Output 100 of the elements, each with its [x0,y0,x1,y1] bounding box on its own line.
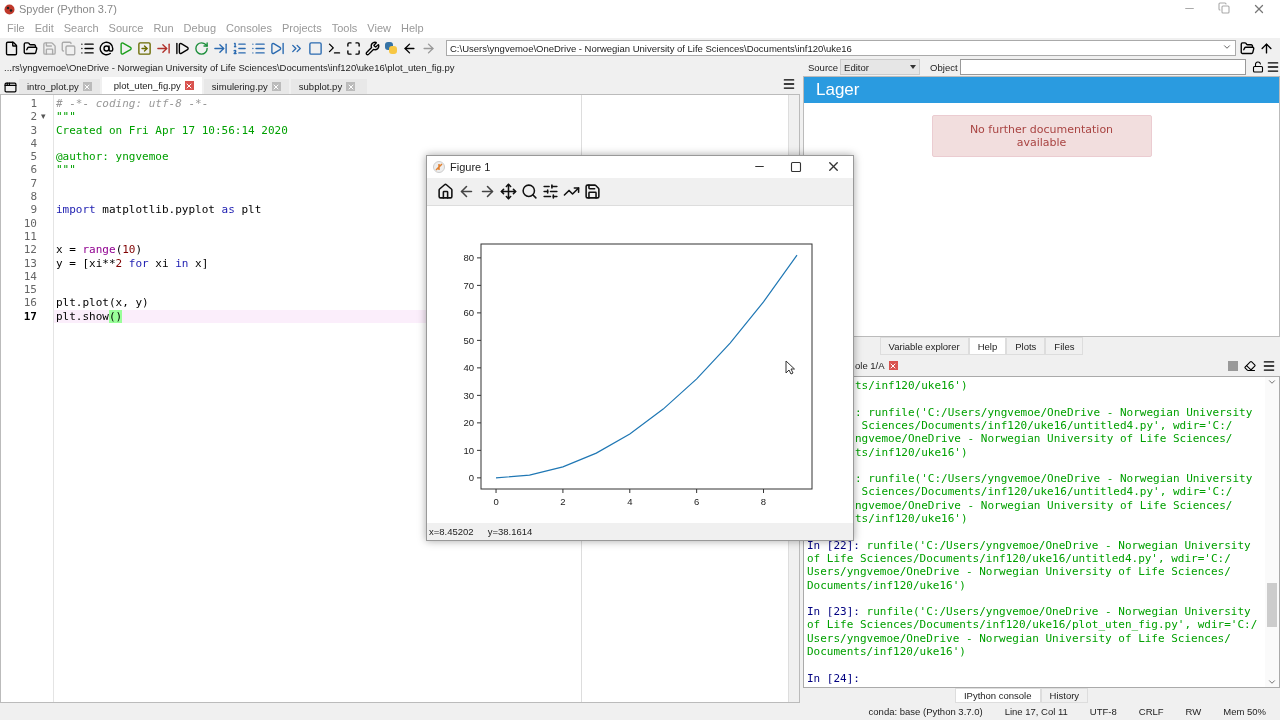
save-icon[interactable] [584,182,601,200]
wrench-icon[interactable] [365,40,380,56]
window-title: Spyder (Python 3.7) [19,3,117,15]
tick-mark [476,340,482,342]
path-field[interactable]: C:\Users\yngvemoe\OneDrive - Norwegian University of Life Sciences\Documents\inf120\uke16 [446,40,1236,56]
home-icon[interactable] [437,182,454,200]
code-line: import matplotlib.pyplot as plt [56,203,262,217]
status-item: RW [1185,706,1202,717]
line-number: 11 [22,229,37,244]
console-line: of Life Sciences/Documents/inf120/uke16/untitled4.py', wdir='C:/ [807,551,1232,566]
step-into-icon[interactable] [251,40,266,56]
tick-label: 4 [627,496,633,508]
line-number: 10 [22,216,37,230]
status-item: CRLF [1138,706,1164,717]
tick-label: 0 [468,472,474,484]
new-file-icon[interactable] [4,40,19,56]
eraser-icon[interactable] [1244,359,1256,372]
line-number: 6 [29,163,37,177]
two-tone-logo-icon[interactable] [384,41,398,55]
tick-mark [476,395,482,397]
line-number: 8 [29,190,37,204]
tick-mark [476,450,482,452]
tick-label: 80 [463,252,474,264]
status-item: conda: base (Python 3.7.0) [868,706,983,717]
source-dropdown[interactable]: Editor [840,59,921,75]
menu-icon[interactable] [1266,60,1280,74]
fold-marker[interactable]: ▾ [41,110,46,124]
console-line: Sciences/Documents/inf120/uke16/untitled4.py', wdir='C:/ [860,418,1234,433]
console-pane-tab[interactable]: IPython console [954,688,1041,703]
help-header: Lager [804,77,1279,103]
menu-icon[interactable] [782,77,796,91]
object-field[interactable] [959,59,1246,75]
code-line: """ [56,163,76,177]
terminal-icon[interactable] [327,40,342,56]
run-selection-icon[interactable] [175,40,190,56]
line-number: 5 [29,150,37,164]
tick-label: 10 [463,445,474,457]
line-number: 4 [29,136,37,151]
maximize-icon[interactable] [790,160,802,173]
figure-title: Figure 1 [450,160,491,173]
step-icon[interactable] [232,40,247,56]
editor-tab[interactable]: intro_plot.py [19,79,100,94]
tick-label: 50 [463,335,474,347]
line-number: 3 [29,123,37,137]
list-icon[interactable] [80,40,95,56]
y-reading: y=38.1614 [487,526,533,538]
tick-label: 40 [463,362,474,374]
run-cell-icon[interactable] [137,40,152,56]
tick-mark [476,285,482,287]
line-number: 2 [29,110,37,124]
figure-logo-icon [433,160,445,173]
line-number: 7 [29,176,37,191]
folder-icon[interactable] [23,40,38,56]
object-label: Object [930,61,958,73]
console-line: ts/inf120/uke16') [854,445,969,459]
unlock-icon[interactable] [1252,61,1264,73]
status-item: Mem 50% [1223,706,1266,717]
tick-mark [562,488,564,494]
browse-tabs-icon[interactable] [4,81,17,94]
sliders-icon[interactable] [542,182,559,200]
tick-label: 60 [463,307,474,319]
console-line: ngvemoe/OneDrive - Norwegian University of Life Sciences/ [854,432,1234,446]
scrollbar-thumb[interactable] [1267,583,1277,628]
console-line: of Life Sciences/Documents/inf120/uke16/plot_uten_fig.py', wdir='C:/ [807,618,1259,632]
status-item: UTF-8 [1089,706,1117,717]
console-pane-tab[interactable]: History [1040,688,1089,703]
step-return-icon[interactable] [270,40,285,56]
folder-icon[interactable] [1240,40,1255,56]
menu-icon[interactable] [1262,358,1276,373]
code-line: plt.plot(x, y) [56,296,149,310]
move-icon[interactable] [500,182,517,200]
pane-tab[interactable]: Variable explorer [879,337,969,356]
search-icon[interactable] [521,182,538,200]
tick-mark [763,488,764,494]
editor-tab[interactable]: subplot.py [290,79,367,94]
console-line: ts/inf120/uke16') [854,379,969,393]
at-sign-icon[interactable] [99,40,114,56]
editor-tab[interactable]: plot_uten_fig.py [101,77,202,94]
maximize-icon[interactable] [346,40,361,56]
chevron-down-icon[interactable] [1222,42,1232,52]
pane-tab[interactable]: Plots [1006,337,1046,356]
tick-label: 6 [694,496,700,508]
console-line: Sciences/Documents/inf120/uke16/untitled4.py', wdir='C:/ [860,485,1234,499]
pane-tab[interactable]: Help [968,337,1007,356]
line-number: 16 [22,296,37,310]
console-line: : runfile('C:/Users/yngvemoe/OneDrive - Norwegian University [854,405,1254,419]
editor-tab[interactable]: simulering.py [203,79,289,94]
source-label: Source [808,61,839,73]
code-line: # -*- coding: utf-8 -*- [56,97,209,111]
line-number: 9 [29,203,37,217]
console-line: ngvemoe/OneDrive - Norwegian University of Life Sciences/ [854,498,1234,513]
pane-tab[interactable]: Files [1045,337,1084,356]
tick-label: 20 [463,417,474,429]
code-line: @author: yngvemoe [56,150,169,164]
console-line: In [23]: runfile('C:/Users/yngvemoe/OneDrive - Norwegian University [807,605,1252,619]
x-reading: x=8.45202 [429,526,474,538]
tick-mark [476,477,482,479]
line-number: 17 [22,309,37,324]
tick-mark [476,367,482,369]
rerun-icon[interactable] [194,40,209,56]
